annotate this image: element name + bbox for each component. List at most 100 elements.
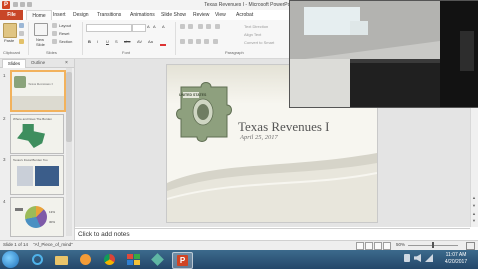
tab-slide-show[interactable]: Slide Show [161, 10, 186, 20]
redo-icon[interactable] [27, 2, 32, 7]
align-text-button[interactable]: Align Text [244, 32, 261, 37]
new-slide-icon[interactable] [34, 23, 48, 36]
clear-formatting-icon[interactable]: A [162, 24, 165, 29]
tab-outline[interactable]: Outline [26, 59, 50, 67]
reading-view-icon[interactable] [374, 242, 382, 250]
tab-insert[interactable]: Insert [53, 10, 66, 20]
align-right-icon[interactable] [196, 39, 201, 44]
scroll-down-icon[interactable]: ▼ [472, 203, 476, 208]
slide-thumbnail-1[interactable]: Texas Revenues I [10, 70, 66, 112]
change-case-icon[interactable]: Aa [148, 39, 153, 44]
section-icon[interactable] [52, 39, 57, 44]
strikethrough-icon[interactable]: abc [124, 39, 130, 44]
justify-icon[interactable] [204, 39, 209, 44]
next-slide-icon[interactable]: ▼ [472, 218, 476, 223]
group-label-slides: Slides [46, 50, 57, 55]
text-direction-button[interactable]: Text Direction [244, 24, 268, 29]
puzzle-text: UNITED STATES [179, 93, 207, 97]
clock-time[interactable]: 11:07 AM [438, 252, 474, 258]
underline-icon[interactable]: U [106, 39, 109, 44]
columns-icon[interactable] [213, 39, 218, 44]
slide-thumbnail-2[interactable]: Where and Does The Burden [10, 114, 64, 154]
reset-icon[interactable] [52, 31, 57, 36]
group-label-paragraph: Paragraph [225, 50, 244, 55]
copy-icon[interactable] [19, 31, 24, 36]
start-button[interactable] [2, 251, 19, 268]
slide-title[interactable]: Texas Revenues I [238, 119, 330, 135]
slide-thumbnail-4[interactable]: 13% 30% [10, 197, 64, 237]
chrome-icon[interactable] [100, 252, 119, 267]
tab-review[interactable]: Review [193, 10, 209, 20]
slide-subtitle[interactable]: April 25, 2017 [240, 134, 278, 141]
tray-icon[interactable] [404, 254, 410, 262]
zoom-level[interactable]: 50% [396, 242, 405, 247]
font-name-box[interactable] [86, 24, 132, 32]
close-pane-icon[interactable]: × [65, 60, 68, 66]
undo-icon[interactable] [20, 2, 25, 7]
pie-pct-label: 13% [49, 210, 56, 214]
thumb-title: Where and Does The Burden [13, 117, 52, 121]
italic-icon[interactable]: I [97, 39, 98, 44]
puzzle-thumb-icon [14, 76, 26, 88]
internet-explorer-icon[interactable] [28, 252, 47, 267]
grow-font-icon[interactable]: A [147, 24, 150, 29]
tab-design[interactable]: Design [73, 10, 89, 20]
group-label-clipboard: Clipboard [3, 50, 21, 55]
media-player-icon[interactable] [76, 252, 95, 267]
fit-to-window-icon[interactable] [466, 242, 475, 250]
webcam-feed [290, 1, 478, 107]
thumb-title: Texas's Fiscal Burden Too [13, 158, 48, 162]
tab-view[interactable]: View [215, 10, 226, 20]
font-size-box[interactable] [132, 24, 146, 32]
scroll-up-icon[interactable]: ▲ [472, 195, 476, 200]
reset-button[interactable]: Reset [59, 31, 69, 36]
zoom-slider-handle[interactable] [432, 242, 434, 248]
paste-icon[interactable] [3, 23, 17, 38]
paste-label: Paste [4, 38, 15, 43]
layout-icon[interactable] [52, 23, 57, 28]
thumb-image-left [17, 166, 33, 186]
powerpoint-taskbar-icon[interactable]: P [172, 252, 193, 269]
bold-icon[interactable]: B [88, 39, 91, 44]
powerpoint-icon[interactable]: P [2, 1, 10, 9]
tab-slides[interactable]: Slides [2, 59, 26, 68]
layout-button[interactable]: Layout [59, 23, 71, 28]
shadow-icon[interactable]: S [115, 39, 118, 44]
file-explorer-icon[interactable] [52, 252, 71, 267]
ribbon-separator [175, 22, 176, 55]
previous-slide-icon[interactable]: ▲ [472, 211, 476, 216]
slide-thumbnail-3[interactable]: Texas's Fiscal Burden Too [10, 155, 64, 195]
clock-date[interactable]: 4/20/2017 [438, 259, 474, 265]
align-center-icon[interactable] [188, 39, 193, 44]
section-button[interactable]: Section [59, 39, 72, 44]
cut-icon[interactable] [19, 23, 24, 28]
scrollbar-thumb[interactable] [66, 72, 72, 142]
normal-view-icon[interactable] [356, 242, 364, 250]
slide-show-icon[interactable] [383, 242, 391, 250]
format-painter-icon[interactable] [19, 39, 24, 44]
tab-animations[interactable]: Animations [130, 10, 155, 20]
align-left-icon[interactable] [180, 39, 185, 44]
save-icon[interactable] [13, 2, 18, 7]
thumb-title: Texas Revenues I [28, 82, 53, 86]
tab-home[interactable]: Home [26, 10, 52, 20]
line-spacing-icon[interactable] [215, 24, 220, 29]
app-icon[interactable] [124, 252, 143, 267]
char-spacing-icon[interactable]: AV [137, 39, 142, 44]
new-slide-label-2: Slide [36, 42, 45, 47]
notes-placeholder[interactable]: Click to add notes [78, 231, 130, 238]
tab-acrobat[interactable]: Acrobat [236, 10, 253, 20]
font-color-icon[interactable] [160, 39, 166, 46]
shrink-font-icon[interactable]: A [153, 24, 156, 29]
increase-indent-icon[interactable] [206, 24, 211, 29]
bullets-icon[interactable] [180, 24, 185, 29]
status-slide-info: Slide 1 of 14 [3, 242, 29, 247]
tab-transitions[interactable]: Transitions [97, 10, 121, 20]
slide-sorter-icon[interactable] [365, 242, 373, 250]
convert-smartart-button[interactable]: Convert to Smart [244, 40, 274, 45]
tab-file[interactable]: File [0, 10, 23, 20]
network-app-icon[interactable] [148, 252, 167, 267]
webcam-overlay [289, 0, 478, 108]
decrease-indent-icon[interactable] [198, 24, 203, 29]
numbering-icon[interactable] [188, 24, 193, 29]
